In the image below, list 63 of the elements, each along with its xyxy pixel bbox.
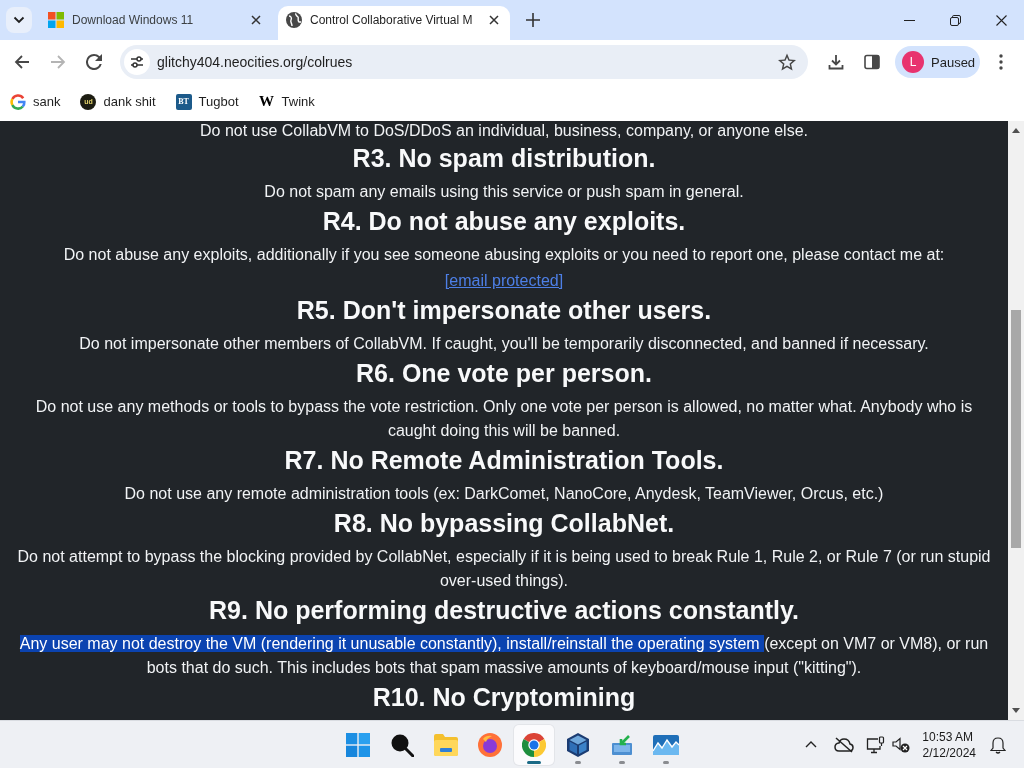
chevron-down-icon [13,16,25,24]
rule-heading: R7. No Remote Administration Tools. [284,445,724,475]
folder-icon [434,733,458,756]
google-g-icon [10,93,26,110]
globe-icon [286,12,302,28]
rule-description: Do not use CollabVM to DoS/DDoS an individual, business, company, or anyone else. [200,121,808,141]
back-arrow-icon[interactable] [14,54,30,70]
search-icon [390,732,414,757]
fox-globe-icon [478,732,502,757]
address-bar[interactable]: glitchy404.neocities.org/colrues [120,45,808,79]
reload-icon[interactable] [86,54,102,70]
notification-bell-icon[interactable] [990,735,1006,754]
rule-heading: R10. No Cryptomining [372,682,636,712]
email-link[interactable]: [email protected] [444,272,564,289]
browser-tab[interactable]: Download Windows 11 [40,6,272,40]
tab-search-button[interactable] [6,7,32,33]
download-icon[interactable] [828,54,844,70]
rule-description: Do not use any remote administration tools (ex: DarkComet, NanoCore, Anydesk, TeamViewer, Orcus, etc.) [124,484,884,504]
rule-heading: R3. No spam distribution. [352,143,656,173]
bookmark-item[interactable]: BT Tugbot [169,88,245,115]
four-squares-icon [48,12,64,28]
clock[interactable]: 10:53 AM 2/12/2024 [922,728,976,761]
profile-button[interactable]: L Paused [895,46,980,78]
bookmark-item[interactable]: sank [4,88,67,115]
bookmark-favicon: BT [175,93,192,110]
plus-icon[interactable] [526,13,540,27]
start-icon [346,732,370,757]
scroll-up-icon[interactable] [1012,128,1020,133]
rule-heading: R6. One vote per person. [356,358,652,388]
rule-description: Do not attempt to bypass the blocking provided by CollabNet, especially if it is being used to break Rule 1, Rule 2, or Rule 7 (or run stupid over-used things). [17,547,991,591]
chevron-up-icon[interactable] [805,741,818,748]
network-icon[interactable] [866,735,887,754]
side-panel-icon[interactable] [864,54,880,70]
star-icon[interactable] [778,53,796,71]
close-icon[interactable] [489,15,499,25]
rule-description: Do not impersonate other members of CollabVM. If caught, you'll be temporarily disconnected, and banned if necessary. [79,334,929,354]
browser-tab[interactable]: Control Collaborative Virtual M [278,6,510,40]
bookmark-item[interactable]: W Twink [252,88,321,115]
scrollbar-thumb[interactable] [1011,310,1021,548]
rule-description: Do not spam any emails using this service or push spam in general. [264,182,744,202]
rule-heading: R8. No bypassing CollabNet. [333,508,675,538]
cloud-off-icon[interactable] [834,736,855,753]
cube-icon [567,732,589,757]
rule-heading: R4. Do not abuse any exploits. [322,206,686,236]
menu-icon[interactable] [999,54,1003,70]
mountain-chart-icon [653,734,679,755]
rule-description: Any user may not destroy the VM (rendering it unusable constantly), install/reinstall the operating system (except on VM7 or VM8), or run bots that do such. This includes bots that spam massive amounts of keyboard/mouse input ("kitting"). [19,634,989,678]
rule-description: Do not use any methods or tools to bypass the vote restriction. Only one vote per person is allowed, no matter what. Anybody who is caught doing this will be banned. [35,397,973,441]
avatar: L [902,51,924,73]
scroll-down-icon[interactable] [1012,708,1020,713]
tune-icon[interactable] [124,49,150,75]
rule-heading: R5. Don't impersonate other users. [296,295,712,325]
rule-heading: R9. No performing destructive actions constantly. [209,595,799,625]
tricolor-circle-icon [522,732,546,757]
minimize-icon[interactable] [903,19,915,21]
speaker-muted-icon[interactable] [892,736,911,753]
restore-icon[interactable] [949,14,961,26]
close-icon[interactable] [251,15,261,25]
scrollbar[interactable] [1008,121,1024,720]
rule-description: Do not abuse any exploits, additionally if you see someone abusing exploits or you need to report one, please contact me at: [63,245,945,265]
close-icon[interactable] [995,14,1007,26]
bookmark-favicon: W [258,93,275,110]
box-arrow-icon [611,734,633,755]
